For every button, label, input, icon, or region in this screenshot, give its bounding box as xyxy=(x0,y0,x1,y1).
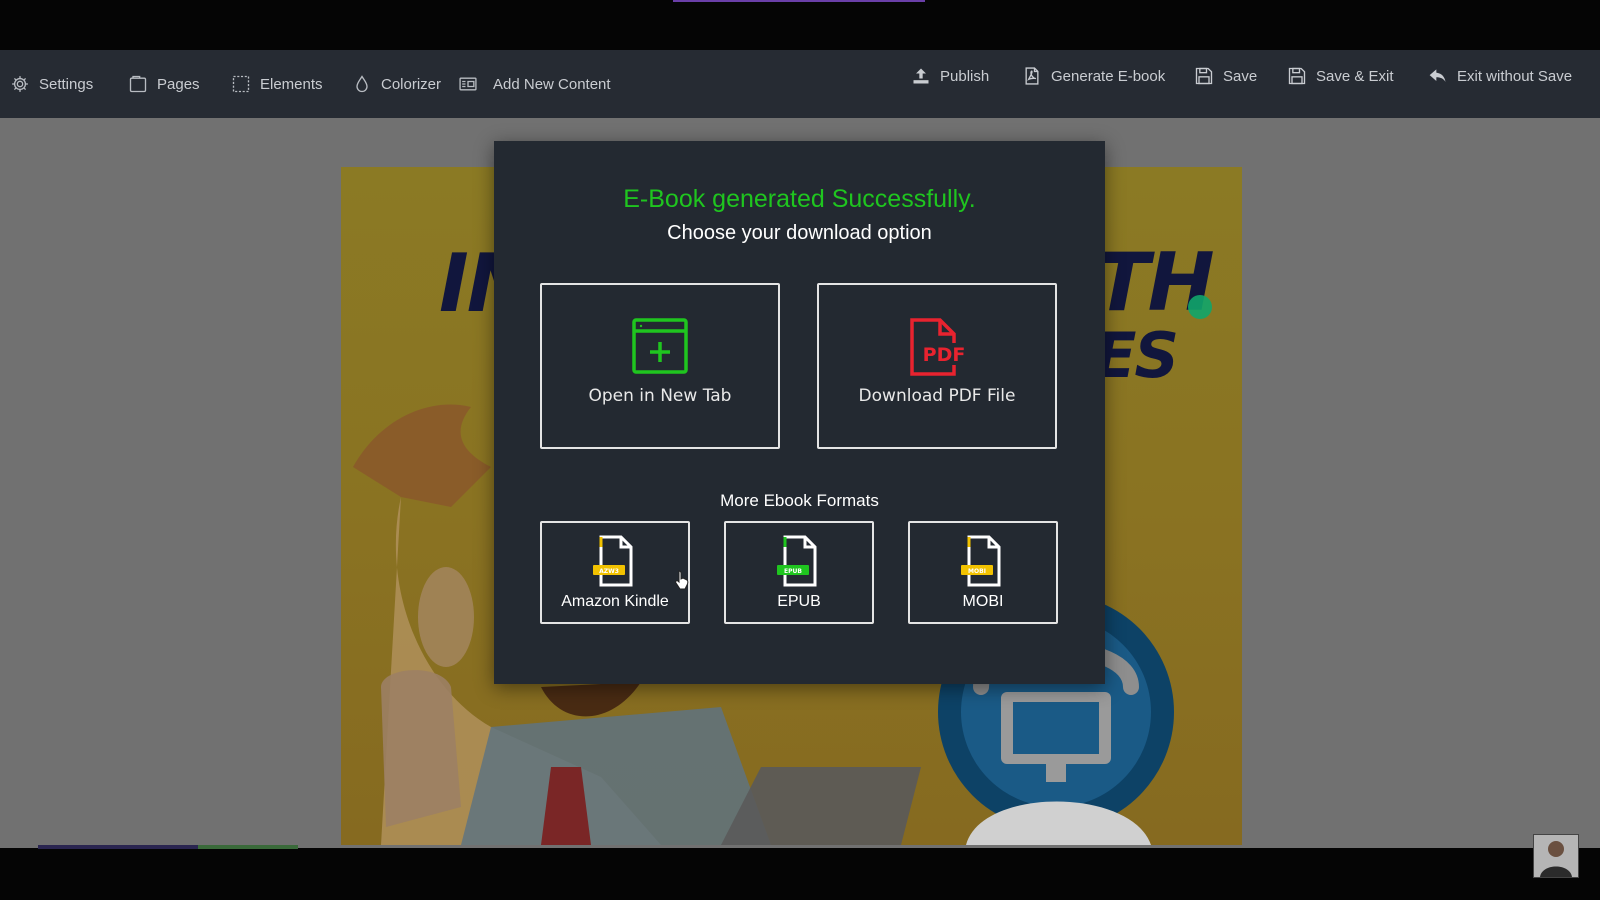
download-pdf-button[interactable]: PDF Download PDF File xyxy=(817,283,1057,449)
azw3-badge-text: AZW3 xyxy=(599,568,619,575)
azw3-file-icon: AZW3 xyxy=(593,535,633,587)
add-new-content-button[interactable]: Add New Content xyxy=(458,50,611,118)
save-button[interactable]: Save xyxy=(1194,42,1257,110)
mobi-button[interactable]: MOBI MOBI xyxy=(908,521,1058,624)
save-and-exit-button[interactable]: Save & Exit xyxy=(1287,42,1394,110)
generate-ebook-label: Generate E-book xyxy=(1051,67,1166,85)
mouse-pointer-icon xyxy=(675,570,689,590)
pdf-doc-icon xyxy=(1025,67,1039,85)
settings-label: Settings xyxy=(39,75,94,93)
add-content-icon xyxy=(459,77,477,91)
ebook-download-modal: E-Book generated Successfully. Choose yo… xyxy=(494,141,1105,684)
gear-icon xyxy=(12,76,28,92)
save-label: Save xyxy=(1223,67,1258,85)
bottom-progress-a xyxy=(38,845,198,849)
pages-label: Pages xyxy=(157,75,200,93)
generate-ebook-button[interactable]: Generate E-book xyxy=(1022,42,1165,110)
upload-icon xyxy=(913,68,929,84)
save-and-exit-label: Save & Exit xyxy=(1316,67,1394,85)
floppy-icon xyxy=(1288,67,1306,85)
pdf-file-icon: PDF xyxy=(910,318,966,376)
elements-icon xyxy=(232,75,250,93)
mobi-file-icon: MOBI xyxy=(961,535,1001,587)
more-formats-title: More Ebook Formats xyxy=(720,491,879,510)
bottom-black-bar xyxy=(0,848,1600,900)
open-in-new-tab-label: Open in New Tab xyxy=(588,386,732,406)
pdf-badge-text: PDF xyxy=(923,344,966,366)
mobi-badge-text: MOBI xyxy=(968,568,986,575)
pages-icon xyxy=(129,75,147,93)
publish-label: Publish xyxy=(940,67,990,85)
exit-without-save-button[interactable]: Exit without Save xyxy=(1428,42,1572,110)
publish-button[interactable]: Publish xyxy=(911,42,989,110)
floppy-icon xyxy=(1195,67,1213,85)
mobi-label: MOBI xyxy=(962,593,1004,610)
new-tab-icon xyxy=(632,318,688,374)
pages-button[interactable]: Pages xyxy=(128,50,200,118)
success-title: E-Book generated Successfully. xyxy=(623,185,976,213)
settings-button[interactable]: Settings xyxy=(10,50,93,118)
epub-label: EPUB xyxy=(777,593,821,610)
exit-without-save-label: Exit without Save xyxy=(1457,67,1573,85)
colorizer-label: Colorizer xyxy=(381,75,442,93)
bottom-progress-b xyxy=(198,845,298,849)
top-accent-line xyxy=(673,0,925,2)
editor-toolbar: Settings Pages Elements Colorizer Add Ne… xyxy=(0,50,1600,118)
amazon-kindle-label: Amazon Kindle xyxy=(561,593,669,610)
epub-file-icon: EPUB xyxy=(777,535,817,587)
open-in-new-tab-button[interactable]: Open in New Tab xyxy=(540,283,780,449)
droplet-icon xyxy=(356,75,368,93)
amazon-kindle-button[interactable]: AZW3 Amazon Kindle xyxy=(540,521,690,624)
download-pdf-label: Download PDF File xyxy=(858,386,1016,406)
webcam-thumbnail xyxy=(1533,834,1579,878)
epub-badge-text: EPUB xyxy=(784,568,802,575)
elements-button[interactable]: Elements xyxy=(231,50,323,118)
epub-button[interactable]: EPUB EPUB xyxy=(724,521,874,624)
reply-arrow-icon xyxy=(1429,69,1446,82)
modal-subtitle: Choose your download option xyxy=(667,222,932,244)
add-new-content-label: Add New Content xyxy=(493,75,611,93)
colorizer-button[interactable]: Colorizer xyxy=(352,50,441,118)
elements-label: Elements xyxy=(260,75,323,93)
